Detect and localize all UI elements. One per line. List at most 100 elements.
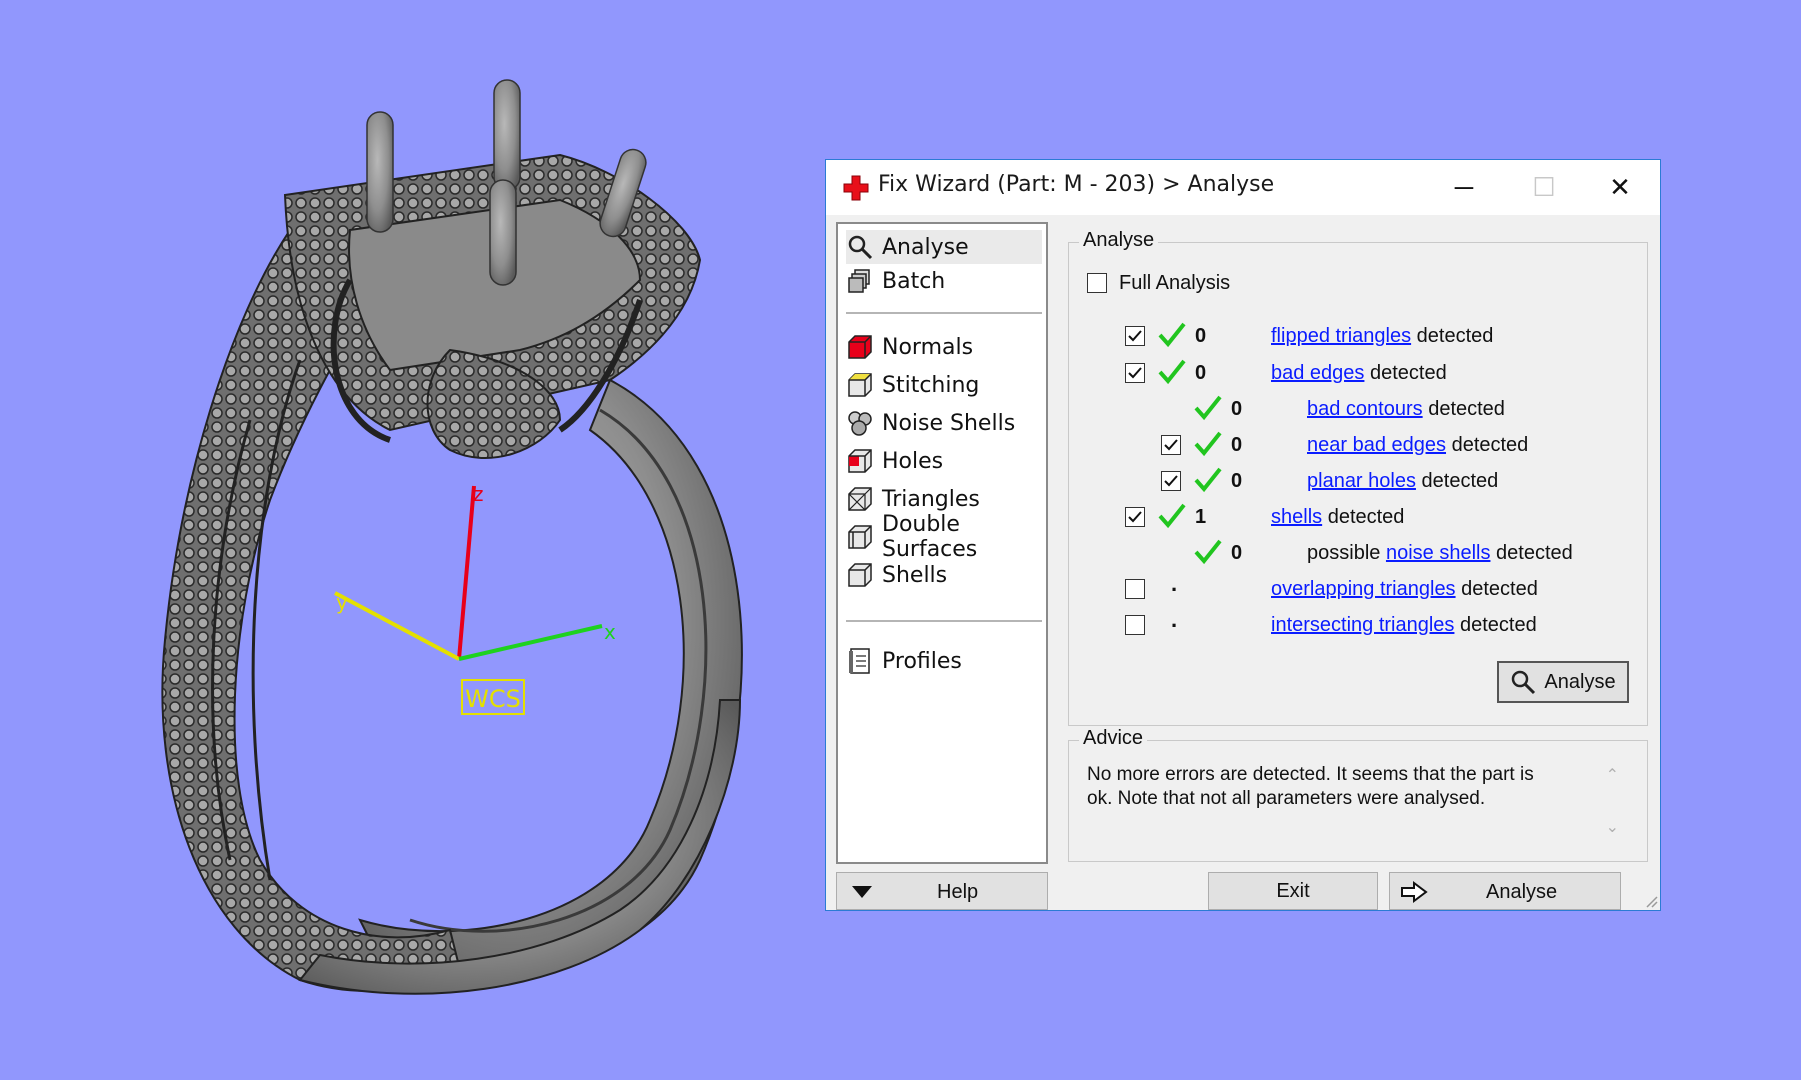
scroll-down-icon[interactable]: ⌄ <box>1606 817 1619 837</box>
nav-label: Double Surfaces <box>882 512 978 562</box>
axis-x-label: x <box>604 620 616 644</box>
stitching-cube-icon <box>846 371 874 399</box>
advice-group: Advice No more errors are detected. It s… <box>1068 727 1648 862</box>
nav-item-holes[interactable]: Holes <box>846 444 943 478</box>
nav-item-double-surfaces[interactable]: Double Surfaces <box>846 512 1046 562</box>
flipped-triangles-count: 0 <box>1195 325 1207 347</box>
checkmark-icon <box>1164 475 1178 487</box>
noise-shells-count: 0 <box>1231 542 1243 564</box>
overlapping-triangles-row: overlapping triangles detected <box>1271 574 1538 604</box>
nav-label: Profiles <box>882 648 962 674</box>
next-button-label: Analyse <box>1486 881 1558 903</box>
axis-y-label: y <box>336 590 348 614</box>
flipped-triangles-link[interactable]: flipped triangles <box>1271 325 1411 348</box>
noise-shells-row: possible noise shells detected <box>1307 538 1573 568</box>
planar-holes-count: 0 <box>1231 470 1243 492</box>
nav-label: Stitching <box>882 372 980 398</box>
shells-cube-icon <box>846 561 874 589</box>
nav-item-normals[interactable]: Normals <box>846 330 973 364</box>
maximize-icon: ☐ <box>1532 172 1556 202</box>
ring-model[interactable] <box>0 0 800 1080</box>
resize-grip-icon[interactable] <box>1644 894 1658 908</box>
planar-holes-link[interactable]: planar holes <box>1307 470 1416 493</box>
full-analysis-checkbox[interactable] <box>1087 273 1107 293</box>
green-check-icon <box>1158 359 1186 385</box>
nav-label: Shells <box>882 562 948 588</box>
shells-checkbox[interactable] <box>1125 507 1145 527</box>
bad-edges-row: bad edges detected <box>1271 358 1447 388</box>
window-title: Fix Wizard (Part: M - 203) > Analyse <box>878 172 1275 197</box>
holes-cube-icon <box>846 447 874 475</box>
nav-item-shells[interactable]: Shells <box>846 558 947 592</box>
red-cross-icon <box>843 175 869 201</box>
wcs-label: WCS <box>461 679 525 715</box>
overlapping-triangles-link[interactable]: overlapping triangles <box>1271 578 1456 601</box>
detected-text: detected <box>1451 433 1529 456</box>
triangle-down-icon <box>852 886 872 898</box>
3d-viewport[interactable]: z y x WCS <box>0 0 800 1080</box>
profiles-icon <box>846 647 874 675</box>
magnifier-icon <box>846 233 874 261</box>
near-bad-edges-count: 0 <box>1231 434 1243 456</box>
shells-link[interactable]: shells <box>1271 506 1322 529</box>
full-analysis-label: Full Analysis <box>1119 271 1231 294</box>
help-button[interactable]: Help <box>836 872 1048 910</box>
bad-contours-link[interactable]: bad contours <box>1307 398 1423 421</box>
green-check-icon <box>1194 395 1222 421</box>
bad-contours-row: bad contours detected <box>1307 394 1505 424</box>
overlapping-triangles-checkbox[interactable] <box>1125 579 1145 599</box>
nav-item-stitching[interactable]: Stitching <box>846 368 979 402</box>
bad-edges-link[interactable]: bad edges <box>1271 362 1364 385</box>
green-check-icon <box>1158 322 1186 348</box>
near-bad-edges-link[interactable]: near bad edges <box>1307 434 1446 457</box>
nav-label: Analyse <box>882 234 969 260</box>
next-analyse-button[interactable]: Analyse <box>1389 872 1621 910</box>
minimize-button[interactable]: ─ <box>1424 160 1504 215</box>
checkmark-icon <box>1128 330 1142 342</box>
noise-shells-link[interactable]: noise shells <box>1386 542 1491 565</box>
near-bad-edges-checkbox[interactable] <box>1161 435 1181 455</box>
analyse-button[interactable]: Analyse <box>1497 661 1629 703</box>
nav-item-analyse[interactable]: Analyse <box>846 230 1042 264</box>
help-button-label: Help <box>937 881 979 903</box>
intersecting-triangles-row: intersecting triangles detected <box>1271 610 1537 640</box>
intersecting-triangles-checkbox[interactable] <box>1125 615 1145 635</box>
flipped-triangles-row: flipped triangles detected <box>1271 321 1493 351</box>
shells-count: 1 <box>1195 506 1207 528</box>
close-icon: ✕ <box>1609 172 1631 202</box>
analyse-group-title: Analyse <box>1079 229 1159 252</box>
intersecting-triangles-link[interactable]: intersecting triangles <box>1271 614 1454 637</box>
double-surfaces-icon <box>846 523 874 551</box>
nav-separator <box>846 312 1042 314</box>
close-button[interactable]: ✕ <box>1580 160 1660 215</box>
scroll-up-icon[interactable]: ⌃ <box>1606 765 1619 785</box>
title-bar[interactable]: Fix Wizard (Part: M - 203) > Analyse ─ ☐… <box>826 160 1660 215</box>
detected-text: detected <box>1421 469 1499 492</box>
exit-button[interactable]: Exit <box>1208 872 1378 910</box>
detected-text: detected <box>1428 397 1505 420</box>
bad-edges-checkbox[interactable] <box>1125 363 1145 383</box>
shells-row: shells detected <box>1271 502 1404 532</box>
checkmark-icon <box>1128 511 1142 523</box>
nav-item-noise-shells[interactable]: Noise Shells <box>846 406 1015 440</box>
bad-edges-count: 0 <box>1195 362 1207 384</box>
nav-label: Holes <box>882 448 944 474</box>
detected-text: detected <box>1496 541 1573 564</box>
wizard-nav-panel: Analyse Batch Normals Stitching Noise Sh… <box>836 222 1048 864</box>
planar-holes-checkbox[interactable] <box>1161 471 1181 491</box>
possible-text: possible <box>1307 541 1381 564</box>
nav-item-batch[interactable]: Batch <box>846 264 945 298</box>
noise-shells-icon <box>846 409 874 437</box>
checkmark-icon <box>1164 439 1178 451</box>
detected-text: detected <box>1461 577 1538 600</box>
flipped-triangles-checkbox[interactable] <box>1125 326 1145 346</box>
arrow-right-icon <box>1401 881 1428 903</box>
detected-text: detected <box>1327 505 1405 528</box>
nav-item-triangles[interactable]: Triangles <box>846 482 980 516</box>
nav-label: Triangles <box>882 486 980 512</box>
bad-contours-count: 0 <box>1231 398 1243 420</box>
detected-text: detected <box>1416 324 1494 347</box>
green-check-icon <box>1158 503 1186 529</box>
maximize-button[interactable]: ☐ <box>1504 160 1584 215</box>
nav-item-profiles[interactable]: Profiles <box>846 644 962 678</box>
